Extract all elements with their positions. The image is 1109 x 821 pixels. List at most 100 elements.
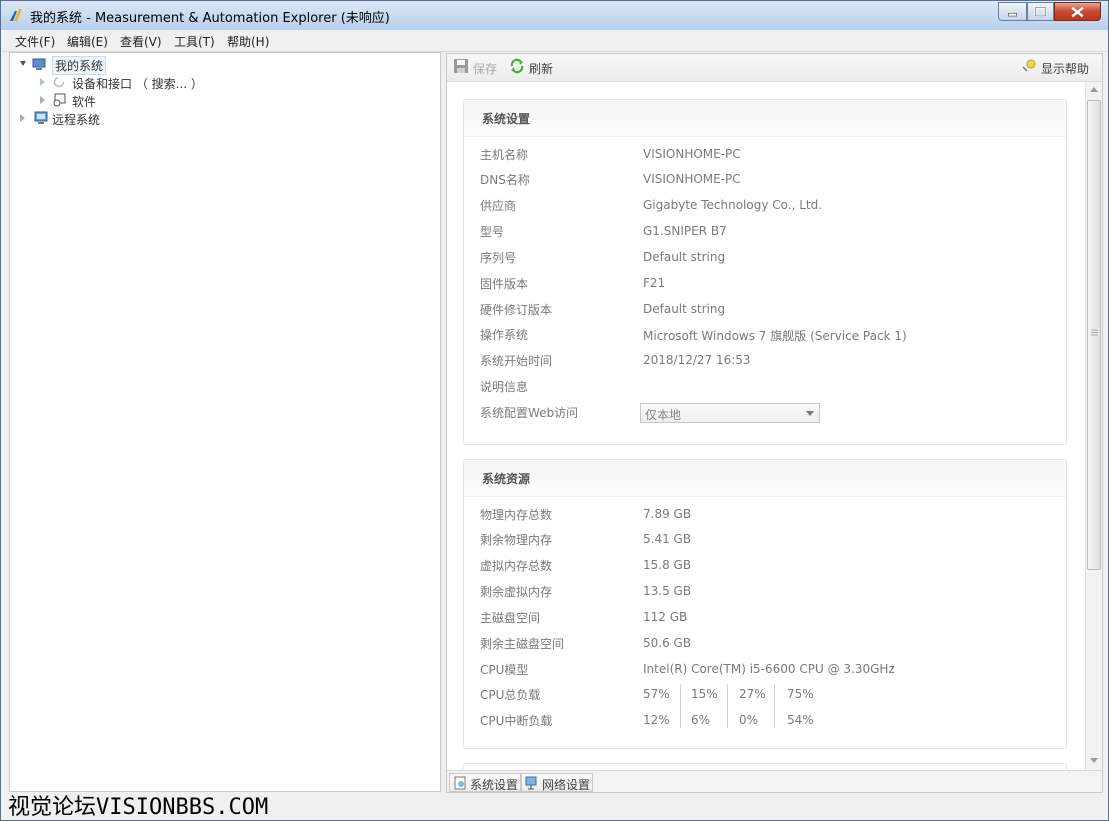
content-area: 系统设置 主机名称 VISIONHOME-PC DNS名称 VISIONHOME…	[447, 82, 1085, 770]
tree-label-devices: 设备和接口 （ 搜索... ）	[72, 77, 203, 91]
minimize-button[interactable]	[998, 2, 1027, 21]
tab-system-settings[interactable]: 系统设置	[449, 773, 521, 792]
chevron-down-icon	[806, 411, 814, 416]
menu-tools[interactable]: 工具(T)	[174, 33, 215, 50]
loading-spinner-icon	[53, 76, 65, 88]
tree-item-my-system[interactable]: 我的系统	[18, 56, 118, 75]
panel-header: 系统资源	[464, 460, 1066, 497]
field-label: 剩余物理内存	[480, 533, 553, 547]
save-icon	[454, 59, 468, 73]
field-label: 型号	[480, 225, 505, 239]
main-window: 我的系统 - Measurement & Automation Explorer…	[0, 0, 1109, 821]
system-details-pane: 保存 刷新 显示帮助 系统设置 主机名称 VISIONHOME-PC DNS名称…	[446, 53, 1103, 793]
tree-item-devices[interactable]: 设备和接口 （ 搜索... ）	[38, 74, 238, 91]
menu-help[interactable]: 帮助(H)	[227, 33, 269, 50]
field-label: 固件版本	[480, 277, 529, 291]
close-icon	[1071, 6, 1084, 18]
field-value: Intel(R) Core(TM) i5-6600 CPU @ 3.30GHz	[643, 662, 895, 676]
save-button[interactable]: 保存	[473, 60, 497, 77]
mae-app-icon	[10, 9, 22, 21]
field-value: 50.6 GB	[643, 636, 692, 650]
maximize-button[interactable]	[1027, 2, 1054, 21]
field-label: DNS名称	[480, 173, 530, 187]
cpu-load-cell: 15%	[691, 687, 718, 701]
menu-view[interactable]: 查看(V)	[120, 33, 162, 50]
field-label: 序列号	[480, 251, 517, 265]
tab-label: 系统设置	[470, 778, 519, 792]
tree-label-my-system: 我的系统	[52, 56, 107, 75]
grip-icon	[1091, 329, 1098, 336]
close-button[interactable]	[1054, 2, 1101, 21]
field-value: Microsoft Windows 7 旗舰版 (Service Pack 1)	[643, 329, 907, 343]
cpu-interrupt-cell: 0%	[739, 713, 759, 727]
computer-icon	[32, 58, 46, 70]
refresh-button[interactable]: 刷新	[529, 60, 553, 77]
configuration-tree[interactable]: 我的系统 设备和接口 （ 搜索... ） 软件 远程系统	[9, 52, 441, 792]
menu-edit[interactable]: 编辑(E)	[67, 33, 108, 50]
watermark-text: 视觉论坛VISIONBBS.COM	[8, 795, 269, 820]
field-label: 主机名称	[480, 148, 529, 162]
field-label: 供应商	[480, 199, 517, 213]
system-resources-panel: 系统资源 物理内存总数 7.89 GB 剩余物理内存 5.41 GB 虚拟内存总…	[463, 459, 1067, 749]
field-value[interactable]: VISIONHOME-PC	[643, 147, 741, 161]
scroll-up-icon[interactable]	[1090, 86, 1098, 92]
menu-bar: 文件(F) 编辑(E) 查看(V) 工具(T) 帮助(H)	[2, 30, 1107, 52]
cpu-load-cell: 57%	[643, 687, 670, 701]
field-label: 系统配置Web访问	[480, 406, 579, 420]
field-label: 剩余虚拟内存	[480, 585, 553, 599]
tree-label-software: 软件	[72, 95, 97, 109]
cpu-interrupt-cell: 6%	[691, 713, 711, 727]
expand-arrow-icon[interactable]	[40, 96, 45, 104]
field-label: 虚拟内存总数	[480, 559, 553, 573]
maximize-icon	[1034, 6, 1047, 17]
tab-label: 网络设置	[542, 778, 591, 792]
field-value: Default string	[643, 302, 726, 316]
web-access-value: 仅本地	[645, 408, 682, 422]
title-bar[interactable]: 我的系统 - Measurement & Automation Explorer…	[1, 1, 1108, 30]
field-label: CPU中断负载	[480, 714, 553, 728]
field-value: 5.41 GB	[643, 532, 692, 546]
field-label: 系统开始时间	[480, 354, 553, 368]
tab-network-settings[interactable]: 网络设置	[521, 773, 593, 792]
show-help-button[interactable]: 显示帮助	[1041, 60, 1089, 77]
cpu-divider	[727, 684, 728, 728]
refresh-icon	[510, 58, 524, 74]
field-value: 2018/12/27 16:53	[643, 353, 751, 367]
cpu-interrupt-cell: 12%	[643, 713, 670, 727]
next-panel-edge	[463, 763, 1067, 770]
panel-header: 系统设置	[464, 100, 1066, 137]
field-value: Gigabyte Technology Co., Ltd.	[643, 198, 823, 212]
field-value: G1.SNIPER B7	[643, 224, 727, 238]
toolbar: 保存 刷新 显示帮助	[447, 54, 1102, 82]
field-value: 13.5 GB	[643, 584, 692, 598]
cpu-load-cell: 75%	[787, 687, 814, 701]
scrollbar-thumb[interactable]	[1087, 100, 1101, 570]
field-value: 7.89 GB	[643, 507, 692, 521]
tree-item-remote[interactable]: 远程系统	[18, 110, 138, 127]
field-label: CPU总负载	[480, 688, 541, 702]
vertical-scrollbar[interactable]	[1085, 82, 1102, 770]
field-label: 操作系统	[480, 328, 529, 342]
field-label: CPU模型	[480, 663, 529, 677]
expand-arrow-icon[interactable]	[40, 78, 45, 86]
field-label: 物理内存总数	[480, 508, 553, 522]
expand-arrow-icon[interactable]	[20, 114, 25, 122]
cpu-divider	[680, 684, 681, 728]
settings-page-icon	[454, 776, 466, 790]
remote-system-icon	[34, 111, 48, 124]
field-label: 硬件修订版本	[480, 303, 553, 317]
tree-item-software[interactable]: 软件	[38, 92, 158, 109]
menu-file[interactable]: 文件(F)	[15, 33, 55, 50]
cpu-divider	[774, 684, 775, 728]
minimize-icon	[1008, 12, 1017, 17]
field-label: 说明信息	[480, 380, 529, 394]
panel-title-settings: 系统设置	[482, 112, 531, 126]
collapse-arrow-icon[interactable]	[20, 61, 26, 66]
scroll-down-icon[interactable]	[1090, 758, 1098, 764]
software-icon	[53, 93, 66, 107]
network-icon	[525, 776, 537, 790]
field-value: 112 GB	[643, 610, 688, 624]
cpu-load-cell: 27%	[739, 687, 766, 701]
web-access-dropdown[interactable]: 仅本地	[640, 403, 820, 423]
field-label: 剩余主磁盘空间	[480, 637, 565, 651]
